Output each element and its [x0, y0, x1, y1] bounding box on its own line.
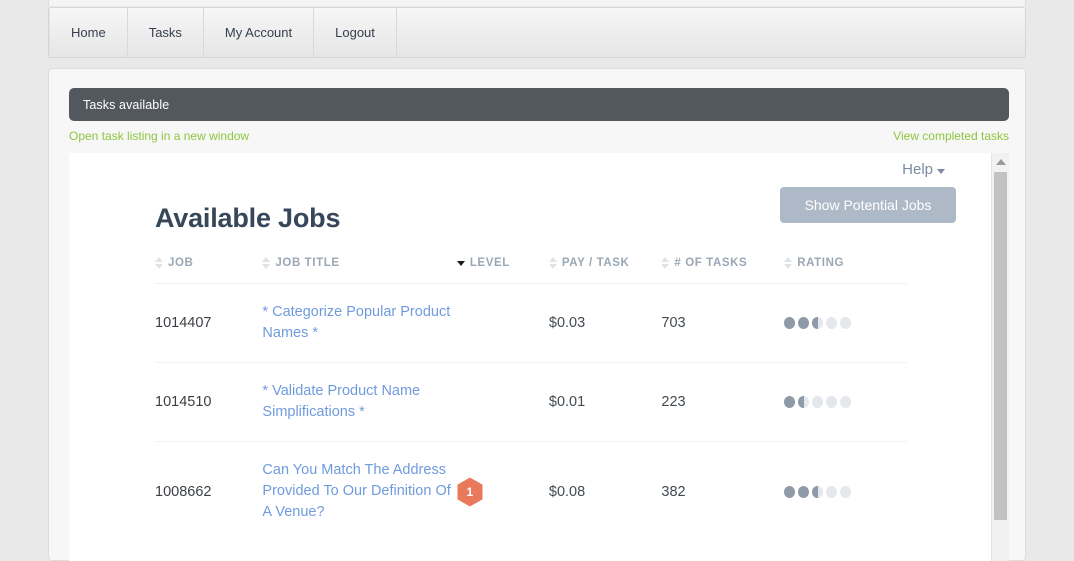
column-header-job-label: JOB — [168, 257, 194, 269]
vertical-scrollbar[interactable] — [991, 153, 1009, 561]
column-header-pay-task[interactable]: PAY / TASK — [548, 257, 662, 284]
cell-job-id: 1014407 — [155, 283, 263, 363]
cell-level: 1 — [456, 441, 549, 541]
rating-dot — [812, 396, 824, 408]
nav-tab-logout[interactable]: Logout — [314, 8, 397, 57]
page-root: Home Tasks My Account Logout Tasks avail… — [0, 0, 1074, 561]
column-header-job-title[interactable]: JOB TITLE — [262, 257, 456, 284]
cell-job-title: Can You Match The Address Provided To Ou… — [262, 441, 457, 541]
rating-dot — [784, 396, 796, 408]
rating-dots — [784, 396, 907, 408]
table-row: 1014407 * Categorize Popular Product Name… — [155, 283, 907, 363]
column-header-num-tasks-label: # OF TASKS — [674, 257, 748, 269]
nav-tab-my-account-label: My Account — [224, 25, 293, 40]
sort-icon-pay-task — [548, 257, 557, 269]
cell-level — [456, 362, 549, 442]
job-title-link[interactable]: * Categorize Popular Product Names * — [262, 302, 456, 344]
nav-tab-tasks[interactable]: Tasks — [128, 8, 204, 57]
view-completed-tasks-link[interactable]: View completed tasks — [893, 129, 1009, 143]
main-navigation: Home Tasks My Account Logout — [48, 7, 1026, 58]
cell-job-id: 1014510 — [155, 362, 263, 442]
cell-num-tasks: 703 — [661, 283, 785, 363]
rating-dot — [826, 317, 838, 329]
help-dropdown[interactable]: Help — [902, 161, 945, 178]
column-header-rating-label: RATING — [797, 257, 845, 269]
cell-num-tasks: 223 — [661, 362, 785, 442]
rating-dot — [840, 485, 852, 498]
cell-pay-per-task: $0.03 — [548, 283, 662, 363]
level-badge-hexagon-icon: 1 — [457, 477, 483, 507]
nav-tab-home-label: Home — [71, 25, 106, 40]
rating-dot — [798, 485, 810, 498]
open-task-listing-link[interactable]: Open task listing in a new window — [69, 129, 249, 143]
scrollbar-thumb[interactable] — [994, 172, 1007, 520]
column-header-level[interactable]: LEVEL — [456, 257, 549, 284]
panel-header-title: Tasks available — [83, 97, 170, 112]
panel-header: Tasks available — [69, 88, 1009, 121]
cell-rating — [784, 283, 907, 363]
column-header-num-tasks[interactable]: # OF TASKS — [661, 257, 784, 284]
cell-level — [456, 283, 549, 363]
cell-num-tasks: 382 — [661, 441, 785, 541]
job-title-link[interactable]: * Validate Product Name Simplifications … — [262, 381, 456, 423]
available-jobs-table: JOB JOB TITLE LEVEL PAY / TASK # OF TASK… — [155, 257, 907, 541]
jobs-scroll-body: Help Available Jobs Show Potential Jobs … — [69, 153, 991, 561]
level-badge-value: 1 — [466, 484, 474, 499]
page-title: Available Jobs — [155, 203, 341, 233]
job-title-link[interactable]: Can You Match The Address Provided To Ou… — [262, 460, 456, 523]
sort-icon-rating — [784, 257, 793, 269]
rating-dot — [826, 396, 838, 408]
cell-pay-per-task: $0.01 — [548, 362, 662, 442]
rating-dot — [812, 317, 824, 329]
jobs-table-head: JOB JOB TITLE LEVEL PAY / TASK # OF TASK… — [155, 257, 907, 284]
column-header-job-title-label: JOB TITLE — [275, 257, 340, 269]
sort-icon-level-active — [456, 260, 465, 266]
rating-dot — [840, 317, 852, 329]
rating-dot — [840, 396, 852, 408]
cell-job-id: 1008662 — [155, 441, 263, 541]
column-header-job[interactable]: JOB — [155, 257, 262, 284]
scroll-up-arrow-icon[interactable] — [992, 153, 1009, 170]
rating-dot — [826, 485, 838, 498]
nav-tab-tasks-label: Tasks — [148, 25, 182, 40]
column-header-pay-task-label: PAY / TASK — [561, 257, 630, 269]
table-row: 1014510 * Validate Product Name Simplific… — [155, 362, 907, 442]
sort-icon-job-title — [262, 257, 271, 269]
chevron-down-icon — [937, 168, 945, 174]
cell-job-title: * Validate Product Name Simplifications … — [262, 362, 457, 442]
rating-dot — [812, 485, 824, 498]
show-potential-jobs-button[interactable]: Show Potential Jobs — [780, 187, 956, 223]
rating-dots — [784, 317, 907, 329]
rating-dot — [784, 317, 796, 329]
nav-tab-my-account[interactable]: My Account — [204, 8, 315, 57]
sort-icon-job — [155, 257, 163, 269]
column-header-rating[interactable]: RATING — [784, 257, 907, 284]
cell-job-title: * Categorize Popular Product Names * — [262, 283, 457, 363]
rating-dots — [784, 485, 907, 498]
cell-rating — [784, 362, 907, 442]
helper-links-row: Open task listing in a new window View c… — [69, 129, 1009, 149]
nav-empty-space — [397, 8, 1025, 57]
column-header-level-label: LEVEL — [469, 257, 510, 269]
table-row: 1008662 Can You Match The Address Provide… — [155, 441, 907, 541]
jobs-table-header-row: JOB JOB TITLE LEVEL PAY / TASK # OF TASK… — [155, 257, 907, 284]
rating-dot — [798, 396, 810, 408]
sort-icon-num-tasks — [661, 257, 670, 269]
top-strip — [48, 0, 1026, 6]
rating-dot — [784, 485, 796, 498]
rating-dot — [798, 317, 810, 329]
cell-pay-per-task: $0.08 — [548, 441, 662, 541]
help-dropdown-label: Help — [902, 161, 933, 178]
nav-tab-home[interactable]: Home — [49, 8, 128, 57]
jobs-panel: Help Available Jobs Show Potential Jobs … — [69, 153, 1009, 561]
nav-tab-logout-label: Logout — [335, 25, 375, 40]
jobs-table-body: 1014407 * Categorize Popular Product Name… — [155, 283, 907, 541]
tasks-card: Tasks available Open task listing in a n… — [48, 68, 1026, 561]
cell-rating — [784, 441, 907, 541]
